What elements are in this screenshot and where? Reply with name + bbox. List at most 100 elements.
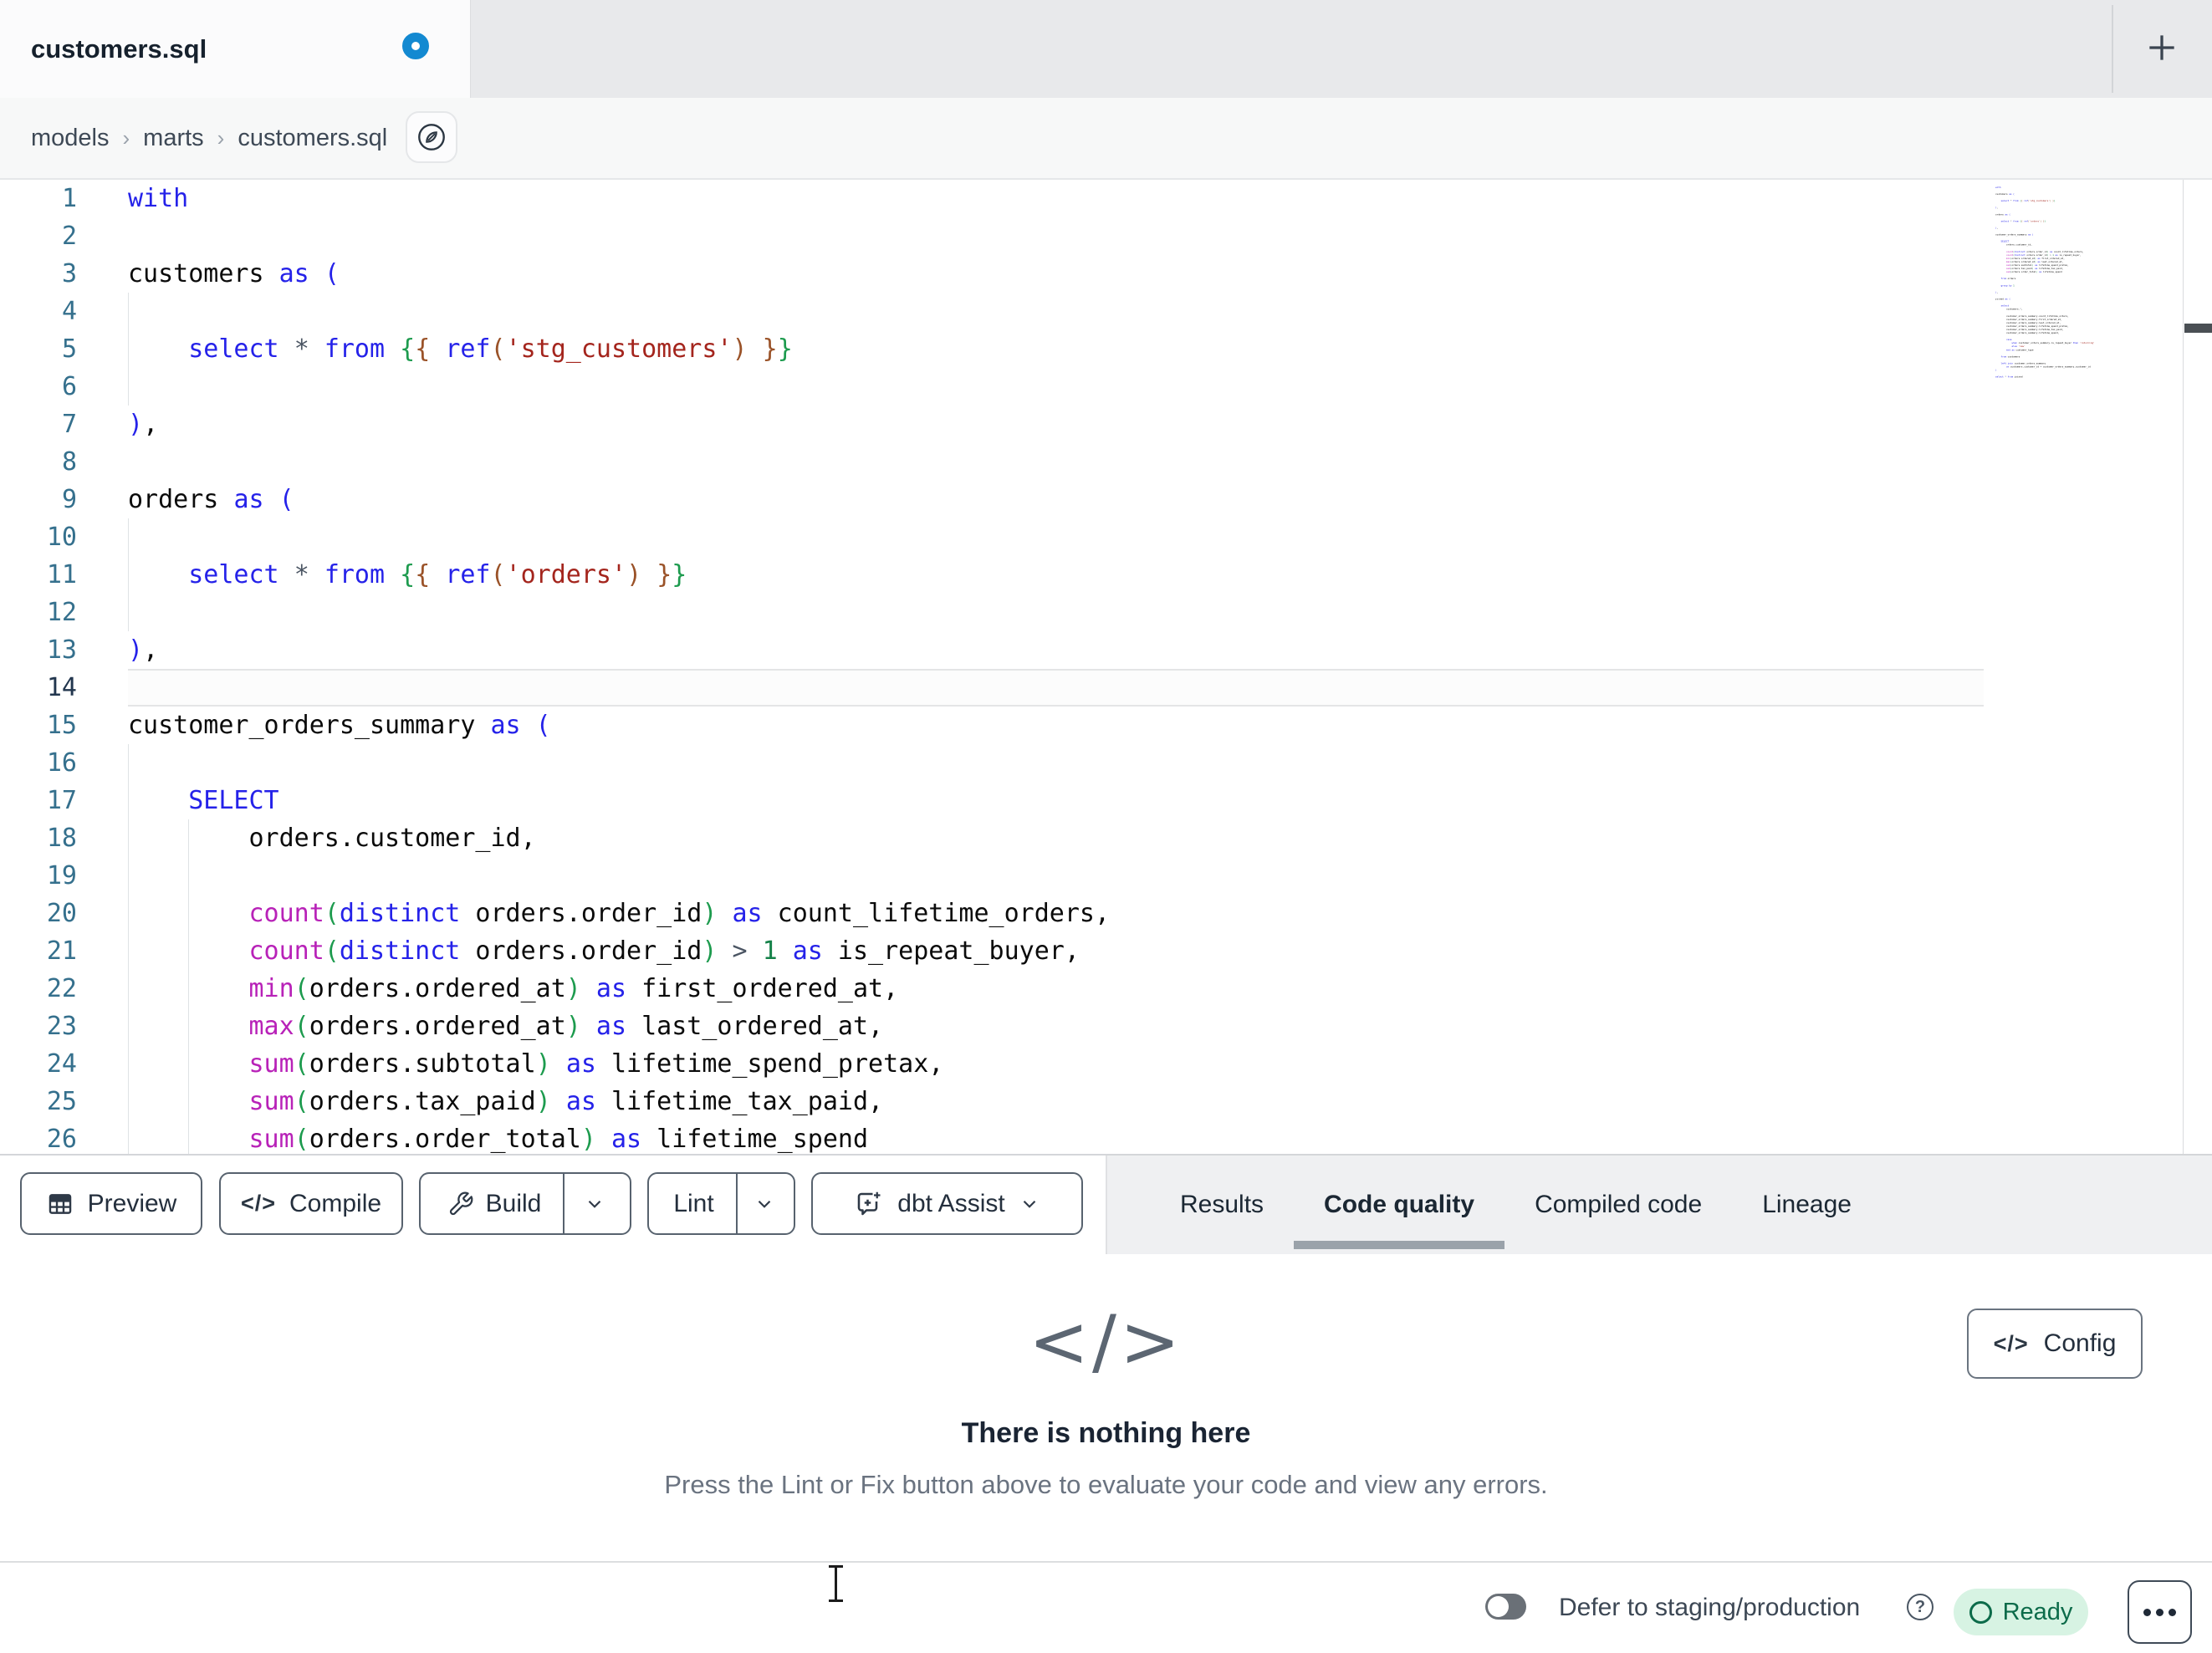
code-line[interactable] xyxy=(128,857,1984,895)
line-number: 15 xyxy=(46,711,77,740)
code-quality-panel: </> There is nothing here Press the Lint… xyxy=(0,1254,2212,1561)
preview-button[interactable]: Preview xyxy=(20,1172,202,1235)
build-split-button[interactable]: Build xyxy=(419,1172,631,1235)
code-content[interactable]: with customers as ( select * from {{ ref(… xyxy=(128,180,1984,1154)
copilot-compass-icon xyxy=(418,124,445,151)
tab-customers-sql[interactable]: customers.sql xyxy=(0,0,471,98)
code-line[interactable] xyxy=(128,594,1984,631)
tab-code-quality[interactable]: Code quality xyxy=(1294,1156,1505,1254)
code-line[interactable]: min(orders.ordered_at) as first_ordered_… xyxy=(128,970,1984,1008)
wrench-icon xyxy=(449,1191,473,1215)
breadcrumb-bar: models›marts›customers.sql Save xyxy=(0,98,2212,268)
line-number: 2 xyxy=(61,222,77,251)
help-icon[interactable]: ? xyxy=(1907,1594,1934,1620)
code-line[interactable]: ), xyxy=(128,406,1984,443)
code-line[interactable]: customer_orders_summary as ( xyxy=(128,707,1984,744)
code-brackets-icon: </> xyxy=(1993,1330,2029,1356)
line-number: 4 xyxy=(61,297,77,326)
code-line[interactable]: count(distinct orders.order_id) as count… xyxy=(128,895,1984,932)
lint-main[interactable]: Lint xyxy=(651,1190,735,1218)
ready-circle-icon xyxy=(1969,1600,1992,1624)
code-line[interactable] xyxy=(128,744,1984,782)
code-line[interactable]: sum(orders.order_total) as lifetime_spen… xyxy=(128,1120,1984,1154)
code-line[interactable]: sum(orders.subtotal) as lifetime_spend_p… xyxy=(128,1045,1984,1083)
tab-compiled-code[interactable]: Compiled code xyxy=(1504,1156,1732,1254)
table-icon xyxy=(49,1193,71,1214)
line-number: 26 xyxy=(46,1125,77,1154)
code-editor[interactable]: 1 2 3 4 5 6 7 8 9 10 11 12 13 14 15 16 17 18 19 20 21 22 23 24 2… xyxy=(0,180,2212,1154)
code-line[interactable]: max(orders.ordered_at) as last_ordered_a… xyxy=(128,1008,1984,1045)
lint-split-button[interactable]: Lint xyxy=(647,1172,795,1235)
breadcrumb-item[interactable]: models xyxy=(31,125,110,152)
defer-toggle[interactable] xyxy=(1485,1594,1526,1620)
code-line[interactable]: customers as ( xyxy=(128,255,1984,293)
chevron-down-icon xyxy=(1023,1200,1035,1208)
code-line[interactable] xyxy=(128,293,1984,330)
config-button[interactable]: </> Config xyxy=(1967,1309,2143,1379)
code-line[interactable] xyxy=(128,669,1984,707)
code-line[interactable]: orders as ( xyxy=(128,481,1984,518)
build-dropdown[interactable] xyxy=(564,1174,625,1233)
defer-label: Defer to staging/production xyxy=(1559,1594,1861,1621)
line-number: 23 xyxy=(46,1012,77,1041)
line-number: 11 xyxy=(46,560,77,589)
status-bar: Defer to staging/production ? Ready xyxy=(0,1561,2212,1653)
ready-status-badge: Ready xyxy=(1954,1589,2088,1635)
code-line[interactable]: with xyxy=(128,180,1984,217)
assist-chat-sparkle-icon xyxy=(858,1191,881,1215)
minimap[interactable]: with customers as ( select * from {{ ref(… xyxy=(1995,186,2183,1147)
line-number: 18 xyxy=(46,824,77,853)
build-label: Build xyxy=(485,1189,542,1217)
dbt-assist-button[interactable]: dbt Assist xyxy=(811,1172,1083,1235)
empty-state-subtitle: Press the Lint or Fix button above to ev… xyxy=(664,1470,1548,1499)
line-number: 20 xyxy=(46,899,77,928)
code-line[interactable]: select * from {{ ref('stg_customers') }} xyxy=(128,330,1984,368)
tab-lineage[interactable]: Lineage xyxy=(1732,1156,1882,1254)
code-line[interactable] xyxy=(128,217,1984,255)
dbt-copilot-button[interactable] xyxy=(406,111,457,163)
line-number: 3 xyxy=(61,259,77,288)
editor-action-bar: Preview </> Compile Build Lint dbt Assis… xyxy=(0,1154,2212,1254)
breadcrumb-item[interactable]: customers.sql xyxy=(238,125,387,152)
dbt-ide-window: customers.sql models › marts › customers.sql… xyxy=(0,0,2212,1653)
breadcrumb-separator: › xyxy=(122,125,130,151)
compile-button[interactable]: </> Compile xyxy=(219,1172,403,1235)
code-line[interactable]: count(distinct orders.order_id) > 1 as i… xyxy=(128,932,1984,970)
new-tab-button[interactable] xyxy=(2133,19,2190,76)
code-line[interactable]: orders.customer_id, xyxy=(128,819,1984,857)
tab-results[interactable]: Results xyxy=(1150,1156,1294,1254)
line-number: 19 xyxy=(46,861,77,890)
code-line[interactable] xyxy=(128,368,1984,406)
code-line[interactable]: sum(orders.tax_paid) as lifetime_tax_pai… xyxy=(128,1083,1984,1120)
minimap-content: with customers as ( select * from {{ ref(… xyxy=(1995,186,2095,379)
code-line[interactable]: SELECT xyxy=(128,782,1984,819)
mouse-cursor-ibeam xyxy=(826,1563,846,1605)
results-panel-header: Results Code quality Compiled code Lineage xyxy=(1106,1156,2212,1254)
build-main[interactable]: Build xyxy=(426,1190,564,1218)
line-number: 12 xyxy=(46,598,77,627)
editor-tab-bar: customers.sql xyxy=(0,0,2212,98)
overview-ruler-divider xyxy=(2183,180,2184,1154)
line-number: 10 xyxy=(46,523,77,552)
line-number: 16 xyxy=(46,748,77,778)
line-number: 7 xyxy=(61,410,77,439)
code-line[interactable]: select * from {{ ref('orders') }} xyxy=(128,556,1984,594)
lint-dropdown[interactable] xyxy=(738,1174,791,1233)
line-number: 8 xyxy=(61,447,77,477)
code-line[interactable]: ), xyxy=(128,631,1984,669)
code-line[interactable] xyxy=(128,518,1984,556)
preview-label: Preview xyxy=(87,1189,177,1217)
line-number: 1 xyxy=(61,184,77,213)
unsaved-changes-indicator xyxy=(402,33,429,59)
more-options-button[interactable] xyxy=(2128,1580,2192,1644)
line-number: 6 xyxy=(61,372,77,401)
breadcrumb-item[interactable]: marts xyxy=(143,125,204,152)
line-number: 14 xyxy=(46,673,77,702)
breadcrumb-separator: › xyxy=(217,125,225,151)
code-line[interactable] xyxy=(128,443,1984,481)
assist-label: dbt Assist xyxy=(897,1189,1005,1217)
line-number: 22 xyxy=(46,974,77,1003)
plus-icon xyxy=(2149,35,2174,60)
line-number: 13 xyxy=(46,635,77,665)
line-number: 17 xyxy=(46,786,77,815)
